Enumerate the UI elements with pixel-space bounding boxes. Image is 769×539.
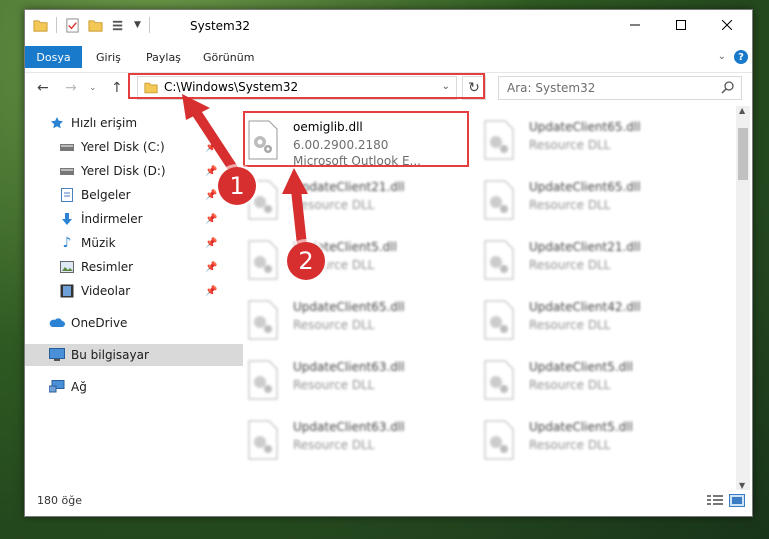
step-badge-2: 2 xyxy=(287,242,325,280)
arrow-1 xyxy=(191,107,243,181)
step-badge-1: 1 xyxy=(218,167,256,205)
annotation-arrows xyxy=(182,94,308,259)
arrow-2-head xyxy=(282,168,308,194)
